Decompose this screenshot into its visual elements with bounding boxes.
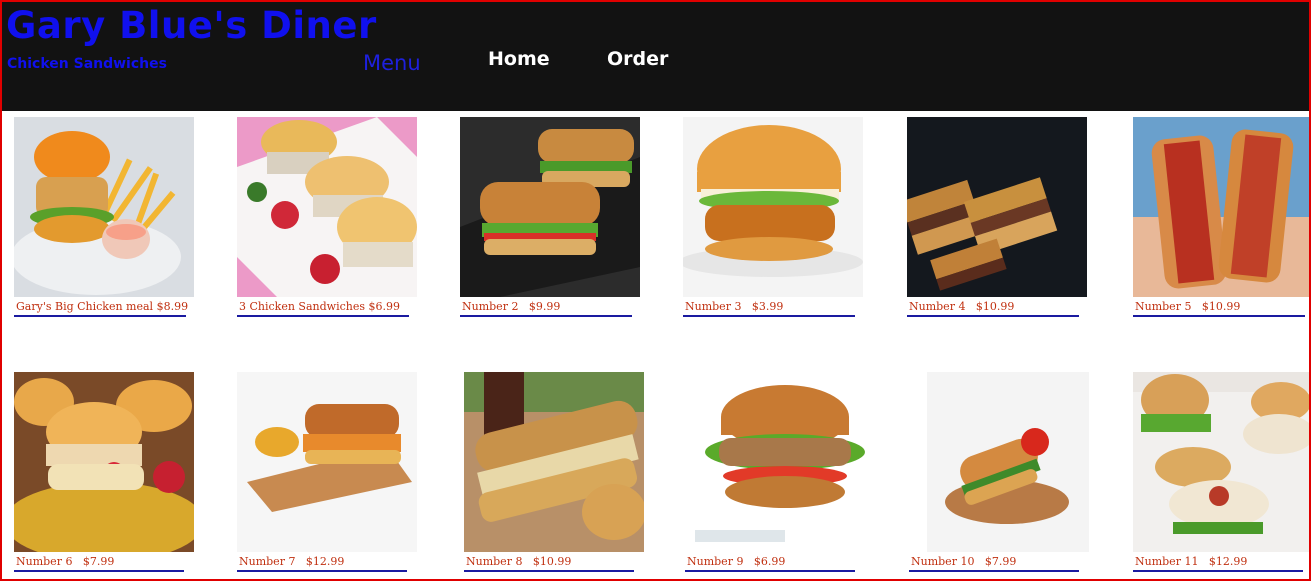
caption-underline (909, 570, 1079, 572)
menu-item-caption[interactable]: 3 Chicken Sandwiches $6.99 (239, 300, 400, 313)
caption-underline (237, 315, 409, 317)
site-header: Gary Blue's Diner Chicken Sandwiches Men… (2, 2, 1309, 111)
caption-underline (14, 570, 184, 572)
menu-item-caption[interactable]: Number 3 $3.99 (685, 300, 783, 313)
menu-item-caption[interactable]: Number 10 $7.99 (911, 555, 1016, 568)
chicken-sliders-plate-photo (14, 372, 194, 552)
chicken-hoagie-board-photo (237, 372, 417, 552)
menu-item-caption[interactable]: Number 5 $10.99 (1135, 300, 1240, 313)
toasted-sandwich-stack-photo (907, 117, 1087, 297)
three-chicken-sliders-photo (237, 117, 417, 297)
chicken-burgers-tray-photo (1133, 372, 1309, 552)
long-sub-sandwich-photo (464, 372, 644, 552)
site-subtitle: Chicken Sandwiches (7, 56, 167, 72)
caption-underline (1133, 315, 1305, 317)
menu-item-caption[interactable]: Number 4 $10.99 (909, 300, 1014, 313)
caption-underline (683, 315, 855, 317)
grilled-sub-sandwiches-photo (460, 117, 640, 297)
nav-order-link[interactable]: Order (607, 48, 668, 70)
nav-home-link[interactable]: Home (488, 48, 550, 70)
menu-item-caption[interactable]: Number 11 $12.99 (1135, 555, 1247, 568)
caption-underline (464, 570, 634, 572)
caption-underline (907, 315, 1079, 317)
caption-underline (460, 315, 632, 317)
caption-underline (14, 315, 186, 317)
chicken-meal-with-fries-photo (14, 117, 194, 297)
hand-held-sandwich-halves-photo (1133, 117, 1309, 297)
menu-item-caption[interactable]: Number 6 $7.99 (16, 555, 114, 568)
menu-item-caption[interactable]: Number 9 $6.99 (687, 555, 785, 568)
crispy-chicken-burger-photo (683, 117, 863, 297)
caption-underline (237, 570, 407, 572)
grilled-chicken-burger-photo (685, 372, 865, 552)
site-title: Gary Blue's Diner (6, 4, 377, 47)
menu-item-caption[interactable]: Number 2 $9.99 (462, 300, 560, 313)
caption-underline (685, 570, 855, 572)
menu-item-caption[interactable]: Number 8 $10.99 (466, 555, 571, 568)
menu-item-caption[interactable]: Number 7 $12.99 (239, 555, 344, 568)
menu-item-caption[interactable]: Gary's Big Chicken meal $8.99 (16, 300, 188, 313)
nav-menu-link[interactable]: Menu (363, 51, 421, 75)
caption-underline (1133, 570, 1303, 572)
page-frame: Gary Blue's Diner Chicken Sandwiches Men… (0, 0, 1311, 581)
chicken-roll-plate-photo (909, 372, 1089, 552)
